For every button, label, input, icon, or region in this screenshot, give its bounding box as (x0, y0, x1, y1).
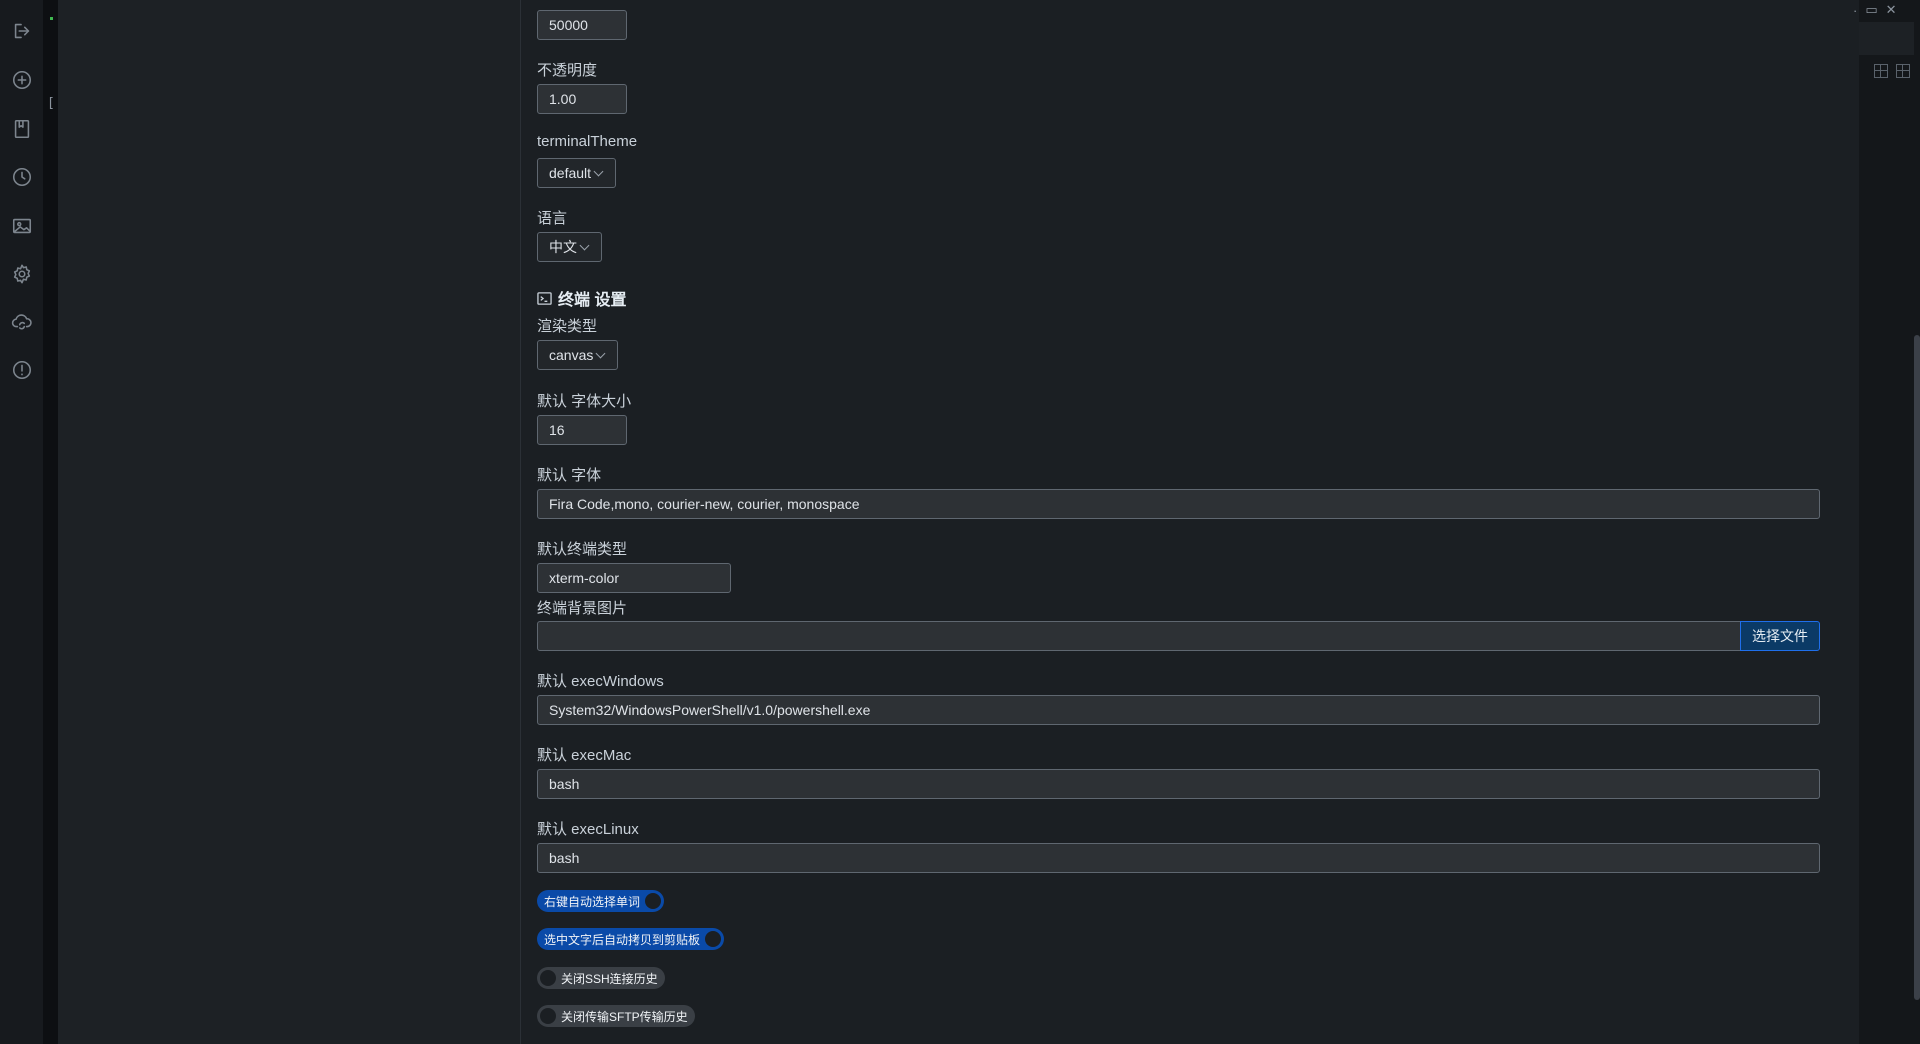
toggle-knob (540, 970, 556, 986)
exec-linux-input[interactable]: bash (537, 843, 1820, 873)
bg-image-input[interactable] (537, 621, 1741, 651)
strip-bracket: [ (47, 96, 55, 111)
chevron-down-icon (579, 240, 590, 250)
chevron-down-icon (595, 348, 606, 358)
sidebar (0, 0, 43, 1044)
terminal-section-label: 终端 设置 (558, 292, 627, 309)
terminal-type-input[interactable]: xterm-color (537, 563, 731, 593)
window-controls: · ▭ ✕ (1853, 2, 1897, 18)
exec-windows-input[interactable]: System32/WindowsPowerShell/v1.0/powershe… (537, 695, 1820, 725)
scrollback-input[interactable]: 50000 (537, 10, 627, 40)
font-size-label: 默认 字体大小 (537, 393, 632, 410)
scrollbar-thumb[interactable] (1914, 335, 1920, 1000)
settings-content: 50000 不透明度 1.00 terminalTheme default 语言… (521, 0, 1859, 1044)
render-type-label: 渲染类型 (537, 318, 598, 335)
toggle-disable-sftp-history[interactable]: 关闭传输SFTP传输历史 (537, 1005, 695, 1027)
toggle-label: 关闭传输SFTP传输历史 (561, 1009, 688, 1024)
exec-mac-input[interactable]: bash (537, 769, 1820, 799)
terminal-strip (43, 0, 58, 1044)
toggle-copy-on-select[interactable]: 选中文字后自动拷贝到剪贴板 (537, 928, 725, 950)
opacity-label: 不透明度 (537, 62, 598, 79)
terminal-icon (537, 291, 552, 305)
restore-icon[interactable]: ▭ (1865, 2, 1877, 18)
toggle-right-click-select-word[interactable]: 右键自动选择单词 (537, 890, 665, 912)
toggle-disable-ssh-history[interactable]: 关闭SSH连接历史 (537, 967, 665, 989)
opacity-input[interactable]: 1.00 (537, 84, 627, 114)
theme-select-value: default (549, 165, 592, 181)
minimize-icon[interactable]: · (1853, 3, 1857, 18)
terminal-type-label: 默认终端类型 (537, 541, 628, 558)
status-dot (50, 17, 53, 20)
font-family-input[interactable]: Fira Code,mono, courier-new, courier, mo… (537, 489, 1820, 519)
right-panel (1859, 0, 1920, 1044)
exec-mac-label: 默认 execMac (537, 747, 632, 764)
toggle-knob (705, 931, 722, 947)
theme-label: terminalTheme (537, 133, 638, 150)
side-panel (58, 0, 521, 1044)
chevron-down-icon (593, 166, 604, 176)
bg-image-label: 终端背景图片 (537, 600, 628, 617)
split-vertical-icon[interactable] (1874, 64, 1888, 78)
language-select[interactable]: 中文 (537, 232, 602, 262)
toggle-label: 关闭SSH连接历史 (561, 971, 658, 986)
split-grid-icon[interactable] (1896, 64, 1910, 78)
gear-icon[interactable] (9, 261, 35, 287)
render-type-value: canvas (549, 347, 594, 363)
image-icon[interactable] (9, 213, 35, 239)
toggle-knob (645, 893, 662, 909)
theme-select[interactable]: default (537, 158, 616, 188)
exec-windows-label: 默认 execWindows (537, 673, 664, 690)
choose-file-button[interactable]: 选择文件 (1740, 621, 1820, 651)
toggle-label: 右键自动选择单词 (544, 894, 641, 909)
layout-controls (1874, 64, 1910, 78)
font-family-label: 默认 字体 (537, 467, 602, 484)
font-size-input[interactable]: 16 (537, 415, 627, 445)
terminal-section-title: 终端 设置 (537, 286, 626, 310)
toggle-knob (540, 1008, 556, 1024)
bookmark-icon[interactable] (9, 116, 35, 142)
right-panel-header (1859, 22, 1920, 55)
language-label: 语言 (537, 210, 568, 227)
toggle-label: 选中文字后自动拷贝到剪贴板 (544, 932, 701, 947)
cloud-sync-icon[interactable] (9, 309, 35, 335)
language-select-value: 中文 (549, 239, 577, 255)
render-type-select[interactable]: canvas (537, 340, 618, 370)
close-icon[interactable]: ✕ (1886, 2, 1897, 18)
clock-history-icon[interactable] (9, 164, 35, 190)
add-circle-icon[interactable] (9, 67, 35, 93)
exec-linux-label: 默认 execLinux (537, 821, 639, 838)
info-icon[interactable] (9, 357, 35, 383)
exit-icon[interactable] (9, 18, 35, 44)
